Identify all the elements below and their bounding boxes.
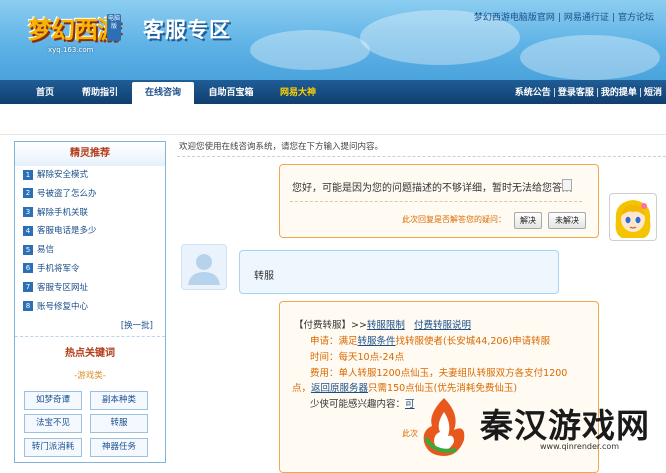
messages-link[interactable]: 短消 xyxy=(644,88,662,98)
refresh-list-link[interactable]: [换一批] xyxy=(121,319,153,331)
list-item[interactable]: 4 客服电话是多少 xyxy=(15,222,165,241)
transfer-heading: 【付费转服】>> xyxy=(294,320,367,331)
item-number: 7 xyxy=(23,282,33,293)
keyword-button[interactable]: 法宝不见 xyxy=(24,414,82,433)
tab-online-consult[interactable]: 在线咨询 xyxy=(132,82,194,104)
fee-text-cont: 点， xyxy=(292,383,312,394)
site-header: 梦幻西游 电脑版 xyq.163.com 客服专区 梦幻西游电脑版官网 | 网易通行… xyxy=(0,0,666,80)
bot-message-text: 您好，可能是因为您的问题描述的不够详细，暂时无法给您答案 xyxy=(292,183,572,194)
passport-link[interactable]: 网易通行证 xyxy=(564,13,609,23)
sub-bar xyxy=(0,104,666,135)
keyword-button[interactable]: 转门派消耗 xyxy=(24,438,82,457)
transfer-condition-link[interactable]: 转服条件 xyxy=(358,336,396,347)
keyword-button[interactable]: 转服 xyxy=(90,414,148,433)
cloud-decoration xyxy=(250,30,370,70)
item-number: 1 xyxy=(23,169,33,180)
item-label: 解除手机关联 xyxy=(37,207,89,218)
keyword-button[interactable]: 如梦奇谭 xyxy=(24,391,82,410)
page-title: 客服专区 xyxy=(143,18,231,42)
bot-message: 您好，可能是因为您的问题描述的不够详细，暂时无法给您答案 此次回复是否解答您的疑… xyxy=(279,164,599,238)
watermark-url: www.qinrender.com xyxy=(540,442,620,451)
feedback-question: 此次回复是否解答您的疑问： xyxy=(402,215,506,224)
divider xyxy=(15,336,165,337)
divider xyxy=(177,156,666,157)
sidebar: 精灵推荐 1 解除安全模式 2 号被盗了怎么办 3 解除手机关联 4 客服电话是多少 5… xyxy=(14,141,166,463)
unsolved-button[interactable]: 未解决 xyxy=(548,212,586,229)
watermark-text: 秦汉游戏网 xyxy=(480,406,650,445)
main-nav: 首页 帮助指引 在线咨询 自助百宝箱 网易大神 系统公告 | 登录客服 | 我的提单 | 短… xyxy=(0,80,666,104)
item-number: 2 xyxy=(23,188,33,199)
hot-keywords-title: 热点关键词 xyxy=(65,348,115,359)
transfer-info-link[interactable]: 付费转服说明 xyxy=(414,320,471,331)
item-label: 手机将军令 xyxy=(37,263,80,274)
item-label: 客服专区网址 xyxy=(37,282,89,293)
list-item[interactable]: 8 账号修复中心 xyxy=(15,298,165,317)
announcement-link[interactable]: 系统公告 xyxy=(515,88,551,98)
welcome-text: 欢迎您使用在线咨询系统，请您在下方输入提问内容。 xyxy=(179,142,384,152)
watermark-logo-icon xyxy=(423,398,465,456)
broken-image-icon xyxy=(562,179,572,191)
my-tickets-link[interactable]: 我的提单 xyxy=(601,88,637,98)
user-message-text: 转服 xyxy=(254,271,274,282)
tab-help[interactable]: 帮助指引 xyxy=(74,84,126,104)
return-server-link[interactable]: 返回原服务器 xyxy=(311,383,368,394)
solved-button[interactable]: 解决 xyxy=(514,212,542,229)
nav-right-links: 系统公告 | 登录客服 | 我的提单 | 短消 xyxy=(514,88,662,98)
cloud-decoration xyxy=(520,35,660,80)
transfer-limit-link[interactable]: 转服限制 xyxy=(367,320,405,331)
item-label: 客服电话是多少 xyxy=(37,226,97,237)
keyword-category: -游戏类- xyxy=(74,371,106,381)
user-avatar xyxy=(181,244,227,290)
time-text: 时间：每天10点-24点 xyxy=(310,352,405,363)
official-site-link[interactable]: 梦幻西游电脑版官网 xyxy=(474,13,555,23)
item-number: 5 xyxy=(23,244,33,255)
list-item[interactable]: 7 客服专区网址 xyxy=(15,279,165,298)
tab-home[interactable]: 首页 xyxy=(24,84,66,104)
divider xyxy=(290,201,582,202)
item-number: 3 xyxy=(23,207,33,218)
watermark: 秦汉游戏网 www.qinrender.com xyxy=(412,392,666,461)
keyword-button[interactable]: 神器任务 xyxy=(90,438,148,457)
sidebar-title: 精灵推荐 xyxy=(15,142,165,166)
user-avatar-icon xyxy=(188,254,220,285)
item-number: 4 xyxy=(23,225,33,236)
logo-url: xyq.163.com xyxy=(48,46,94,54)
bot-avatar xyxy=(609,193,657,241)
logo-tag: 电脑版 xyxy=(107,14,121,41)
forum-link[interactable]: 官方论坛 xyxy=(618,13,654,23)
top-links: 梦幻西游电脑版官网 | 网易通行证 | 官方论坛 xyxy=(473,13,654,23)
list-item[interactable]: 2 号被盗了怎么办 xyxy=(15,185,165,204)
interest-text: 少侠可能感兴趣内容： xyxy=(310,399,406,410)
keyword-button[interactable]: 副本种类 xyxy=(90,391,148,410)
apply-text-rest: 找转服使者(长安城44,206)申请转服 xyxy=(395,336,551,347)
user-message: 转服 xyxy=(239,250,559,294)
item-number: 6 xyxy=(23,263,33,274)
item-label: 易信 xyxy=(37,245,55,256)
item-label: 解除安全模式 xyxy=(37,170,89,180)
tab-self-service[interactable]: 自助百宝箱 xyxy=(200,84,262,104)
tab-netease-dashen[interactable]: 网易大神 xyxy=(270,84,326,104)
list-item[interactable]: 3 解除手机关联 xyxy=(15,204,165,223)
item-number: 8 xyxy=(23,301,33,312)
list-item[interactable]: 1 解除安全模式 xyxy=(15,166,165,185)
fee-text: 费用：单人转服1200点仙玉，夫妻组队转服双方各支付1200 xyxy=(310,368,568,379)
list-item[interactable]: 6 手机将军令 xyxy=(15,260,165,279)
login-link[interactable]: 登录客服 xyxy=(558,88,594,98)
apply-text: 申请：满足 xyxy=(310,336,358,347)
item-label: 账号修复中心 xyxy=(37,301,89,312)
item-label: 号被盗了怎么办 xyxy=(37,188,97,199)
game-logo[interactable]: 梦幻西游 电脑版 xyq.163.com xyxy=(10,4,125,64)
recommend-list: 1 解除安全模式 2 号被盗了怎么办 3 解除手机关联 4 客服电话是多少 5 易信 6手… xyxy=(15,166,165,316)
fairy-avatar-icon xyxy=(615,200,651,238)
list-item[interactable]: 5 易信 xyxy=(15,241,165,260)
